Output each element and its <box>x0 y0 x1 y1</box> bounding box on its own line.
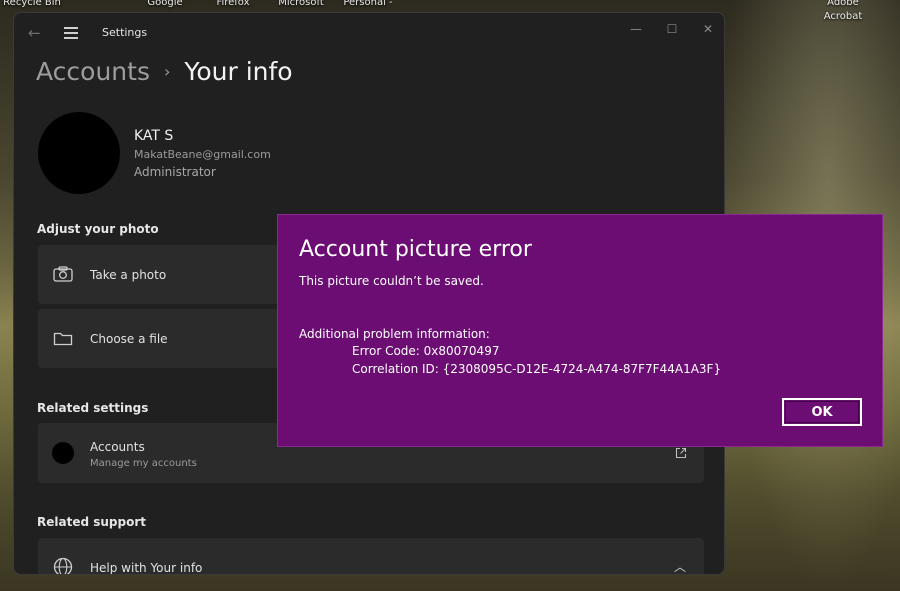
desktop-icon-microsoft[interactable]: Microsoft <box>273 0 329 9</box>
correlation-id: Correlation ID: {2308095C-D12E-4724-A474… <box>352 362 722 376</box>
dialog-message: This picture couldn’t be saved. <box>299 274 484 288</box>
related-settings-heading: Related settings <box>37 401 149 415</box>
desktop-icon-adobe[interactable]: Adobe <box>815 0 871 9</box>
accounts-subtitle: Manage my accounts <box>90 458 197 469</box>
minimize-button[interactable]: — <box>624 19 648 39</box>
user-name: KAT S <box>134 128 174 144</box>
desktop-icon-google[interactable]: Google <box>140 0 190 9</box>
choose-file-label: Choose a file <box>90 332 168 346</box>
breadcrumb-accounts[interactable]: Accounts <box>36 57 150 86</box>
error-code: Error Code: 0x80070497 <box>352 344 500 358</box>
camera-icon <box>53 266 73 282</box>
chevron-up-icon[interactable]: ︿ <box>674 558 686 574</box>
help-your-info-card[interactable]: Help with Your info ︿ <box>38 538 704 575</box>
account-picture-error-dialog: Account picture error This picture could… <box>277 214 883 447</box>
maximize-button[interactable]: ☐ <box>660 19 684 39</box>
desktop-icon-personal[interactable]: Personal - <box>340 0 396 9</box>
globe-icon <box>53 557 73 574</box>
help-your-info-label: Help with Your info <box>90 561 203 575</box>
folder-icon <box>53 332 73 346</box>
adjust-photo-heading: Adjust your photo <box>37 222 159 236</box>
chevron-right-icon: › <box>163 61 171 81</box>
accounts-title: Accounts <box>90 440 145 454</box>
related-support-heading: Related support <box>37 515 146 529</box>
window-title: Settings <box>102 26 148 39</box>
close-button[interactable]: ✕ <box>696 19 720 39</box>
desktop-icon-recycle-bin[interactable]: Recycle Bin <box>2 0 62 9</box>
back-arrow-icon[interactable]: ← <box>28 25 44 41</box>
hamburger-menu-icon[interactable] <box>64 27 78 39</box>
breadcrumb: Accounts › Your info <box>36 53 293 89</box>
external-link-icon <box>675 447 687 459</box>
avatar <box>38 112 120 194</box>
dialog-info-heading: Additional problem information: <box>299 327 490 341</box>
page-title: Your info <box>184 56 293 86</box>
dialog-title: Account picture error <box>299 237 532 262</box>
take-photo-label: Take a photo <box>90 268 167 282</box>
accounts-icon <box>52 442 74 464</box>
ok-button[interactable]: OK <box>782 398 862 426</box>
user-role: Administrator <box>134 165 216 179</box>
desktop-icon-firefox[interactable]: Firefox <box>208 0 258 9</box>
user-email: MakatBeane@gmail.com <box>134 148 271 161</box>
title-bar: ← Settings — ☐ ✕ <box>14 13 724 53</box>
desktop-icon-acrobat[interactable]: Acrobat <box>815 10 871 23</box>
